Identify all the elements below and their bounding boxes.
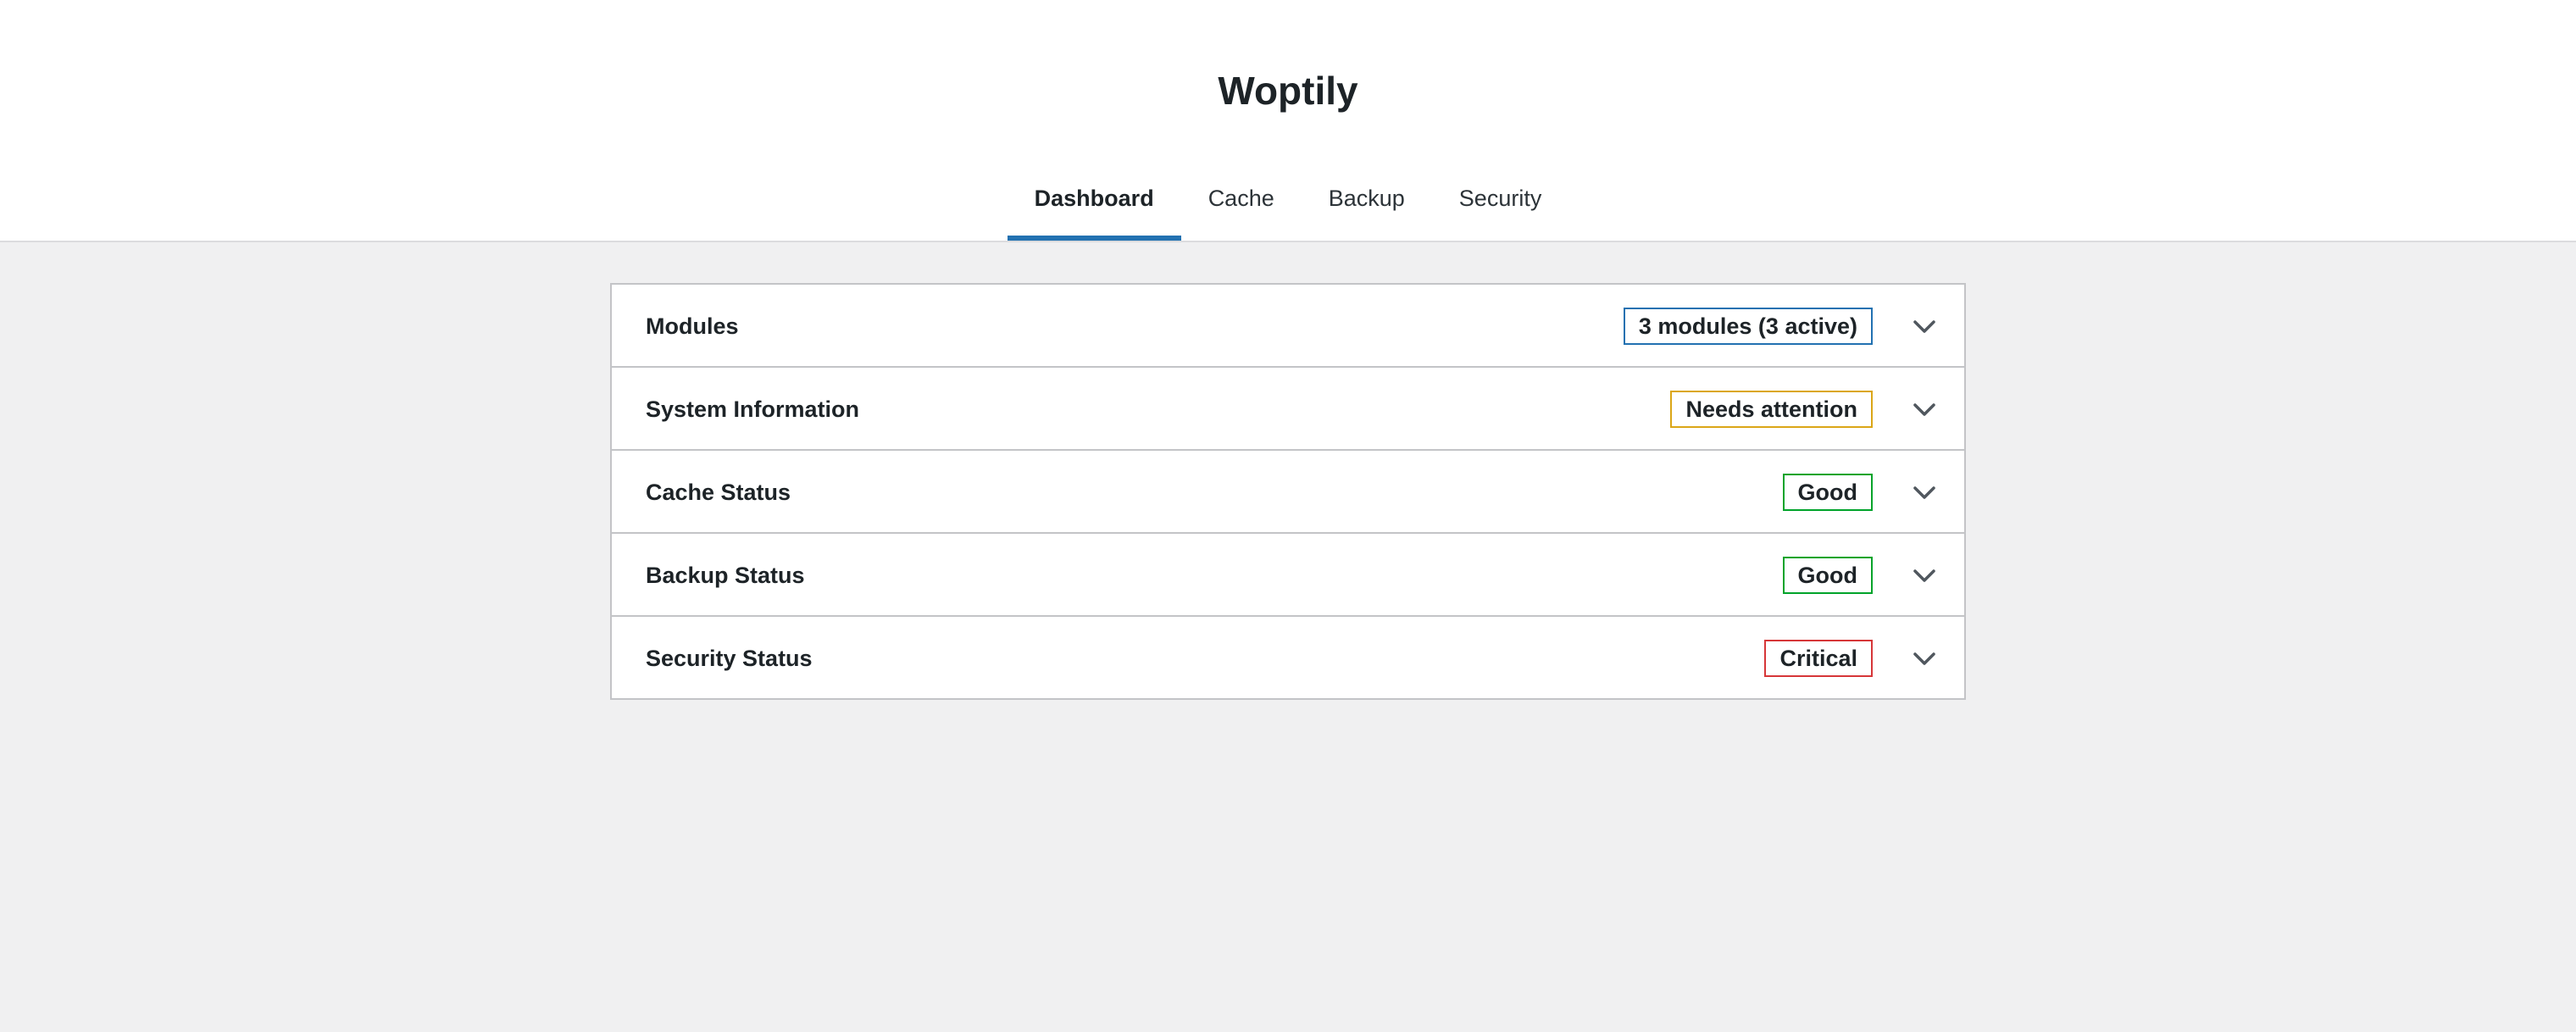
row-label: Backup Status [646, 563, 805, 588]
status-badge: Good [1782, 557, 1873, 594]
chevron-down-icon[interactable] [1912, 563, 1937, 588]
accordion-row-cache-status[interactable]: Cache Status Good [612, 451, 1964, 534]
chevron-down-icon[interactable] [1912, 313, 1937, 339]
status-badge: 3 modules (3 active) [1623, 308, 1873, 345]
tab-cache[interactable]: Cache [1181, 168, 1302, 241]
accordion-row-backup-status[interactable]: Backup Status Good [612, 534, 1964, 617]
accordion-row-system-information[interactable]: System Information Needs attention [612, 368, 1964, 451]
row-label: Security Status [646, 646, 813, 671]
row-label: Cache Status [646, 480, 791, 505]
status-badge: Critical [1764, 640, 1873, 677]
app-title: Woptily [1218, 69, 1358, 113]
status-badge: Good [1782, 474, 1873, 511]
row-label: System Information [646, 397, 860, 422]
status-badge: Needs attention [1670, 391, 1873, 428]
accordion-row-security-status[interactable]: Security Status Critical [612, 617, 1964, 698]
tab-security[interactable]: Security [1432, 168, 1569, 241]
tab-bar: Dashboard Cache Backup Security [0, 168, 2576, 241]
header: Woptily Dashboard Cache Backup Security [0, 0, 2576, 242]
accordion-row-modules[interactable]: Modules 3 modules (3 active) [612, 285, 1964, 368]
status-accordion: Modules 3 modules (3 active) System Info… [610, 283, 1966, 700]
tab-dashboard[interactable]: Dashboard [1007, 168, 1181, 241]
chevron-down-icon[interactable] [1912, 480, 1937, 505]
tab-backup[interactable]: Backup [1302, 168, 1432, 241]
chevron-down-icon[interactable] [1912, 646, 1937, 671]
chevron-down-icon[interactable] [1912, 397, 1937, 422]
row-label: Modules [646, 313, 739, 339]
